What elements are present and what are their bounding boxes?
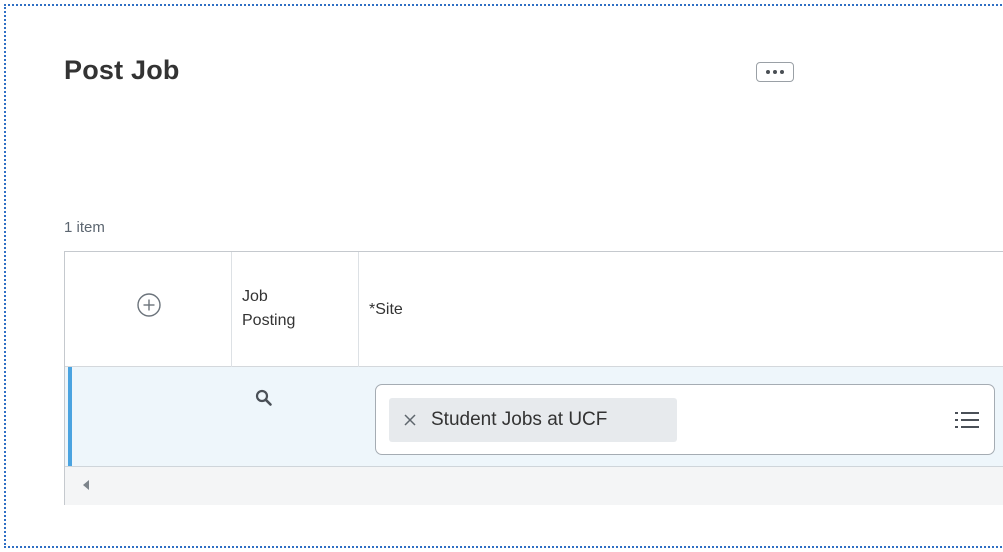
selected-site-label: Student Jobs at UCF xyxy=(431,409,608,430)
more-dot-icon xyxy=(773,70,777,74)
close-icon[interactable] xyxy=(403,413,417,427)
column-header-job-posting[interactable]: Job Posting xyxy=(242,285,322,333)
selected-site-pill: Student Jobs at UCF xyxy=(389,398,677,442)
more-dot-icon xyxy=(780,70,784,74)
page-title: Post Job xyxy=(64,55,180,85)
row-selection-indicator xyxy=(68,367,72,466)
chevron-left-icon[interactable] xyxy=(81,479,91,491)
more-dot-icon xyxy=(766,70,770,74)
column-header-label: Job Posting xyxy=(242,288,296,329)
add-row-icon[interactable] xyxy=(135,291,163,319)
grid-header: Job Posting *Site xyxy=(65,252,1003,367)
search-icon[interactable] xyxy=(255,389,273,407)
more-actions-button[interactable] xyxy=(756,62,794,82)
horizontal-scrollbar[interactable] xyxy=(65,467,1003,505)
table-row[interactable]: Student Jobs at UCF xyxy=(65,367,1003,467)
job-post-grid: Job Posting *Site Student Jobs at UCF xyxy=(64,251,1003,505)
column-header-site[interactable]: *Site xyxy=(369,301,403,319)
list-icon[interactable] xyxy=(954,409,980,431)
site-prompt-field[interactable]: Student Jobs at UCF xyxy=(375,384,995,455)
item-count: 1 item xyxy=(64,219,105,236)
